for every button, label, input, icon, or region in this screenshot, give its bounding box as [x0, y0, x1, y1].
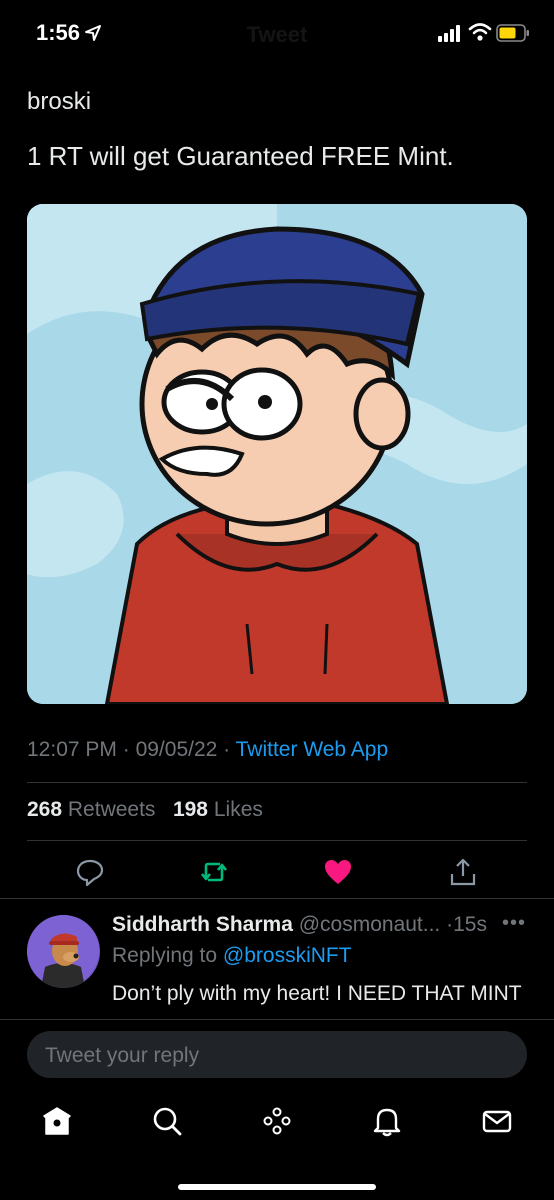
reply-composer[interactable]: [27, 1031, 527, 1080]
tweet-timestamp-line: 12:07 PM · 09/05/22 · Twitter Web App: [27, 738, 388, 762]
notifications-icon[interactable]: [370, 1104, 404, 1138]
reply-header: Siddharth Sharma @cosmonaut... ·15s: [112, 913, 487, 937]
likes-count: 198: [172, 798, 208, 821]
more-options-icon[interactable]: •••: [502, 912, 526, 935]
divider: [0, 1019, 554, 1020]
likes-stat[interactable]: 198 Likes: [173, 798, 263, 821]
tweet-time: 12:07 PM: [27, 738, 117, 761]
wifi-icon: [468, 23, 492, 41]
status-bar: 1:56 Tweet: [0, 0, 554, 70]
retweets-stat[interactable]: 268 Retweets: [27, 798, 155, 821]
reply-author-name[interactable]: Siddharth Sharma: [112, 913, 293, 936]
heart-icon[interactable]: [322, 856, 354, 888]
replying-to-handle[interactable]: @brosskiNFT: [223, 944, 352, 967]
tweet-text: 1 RT will get Guaranteed FREE Mint.: [27, 141, 454, 171]
reply-input[interactable]: [43, 1031, 507, 1080]
replying-to-line: Replying to @brosskiNFT: [112, 944, 352, 968]
retweet-icon[interactable]: [198, 856, 230, 888]
cellular-signal-icon: [438, 25, 460, 42]
tweet-action-bar: [0, 850, 554, 898]
home-icon[interactable]: [40, 1104, 74, 1138]
tweet-stats: 268 Retweets 198 Likes: [27, 798, 263, 822]
messages-icon[interactable]: [480, 1104, 514, 1138]
divider: [27, 840, 527, 841]
retweets-label: Retweets: [67, 798, 156, 821]
search-icon[interactable]: [150, 1104, 184, 1138]
divider: [0, 898, 554, 899]
reply-timestamp: 15s: [453, 913, 487, 936]
tweet-author-name[interactable]: broski: [27, 88, 91, 116]
battery-low-power-icon: [496, 24, 529, 42]
dog-avatar-illustration: [27, 915, 99, 988]
home-indicator[interactable]: [178, 1184, 376, 1190]
tweet-image[interactable]: [27, 204, 527, 704]
reply-text: Don’t ply with my heart! I NEED THAT MIN…: [112, 982, 522, 1005]
reply-author-handle[interactable]: @cosmonaut...: [299, 913, 441, 936]
tweet-date: 09/05/22: [135, 738, 218, 761]
replying-to-prefix: Replying to: [112, 944, 218, 967]
likes-label: Likes: [213, 798, 263, 821]
spaces-icon[interactable]: [260, 1104, 294, 1138]
nft-cartoon-illustration: [27, 204, 527, 704]
separator-dot: ·: [122, 738, 130, 761]
divider: [27, 782, 527, 783]
separator-dot: ·: [223, 738, 231, 761]
tweet-source-link[interactable]: Twitter Web App: [236, 738, 389, 761]
share-icon[interactable]: [447, 856, 479, 888]
bottom-tab-bar: [0, 1096, 554, 1156]
retweets-count: 268: [27, 798, 63, 821]
comment-icon[interactable]: [74, 856, 106, 888]
avatar[interactable]: [27, 915, 100, 988]
